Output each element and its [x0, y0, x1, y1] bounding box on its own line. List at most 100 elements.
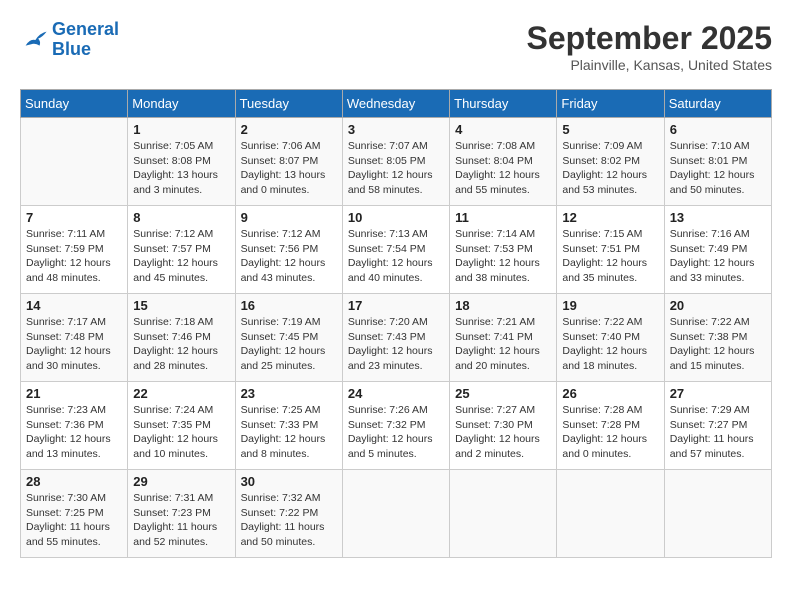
day-number: 14 [26, 298, 122, 313]
day-number: 6 [670, 122, 766, 137]
calendar-cell: 24Sunrise: 7:26 AMSunset: 7:32 PMDayligh… [342, 382, 449, 470]
day-info: Sunrise: 7:15 AMSunset: 7:51 PMDaylight:… [562, 227, 658, 286]
calendar-table: SundayMondayTuesdayWednesdayThursdayFrid… [20, 89, 772, 558]
calendar-cell: 1 Sunrise: 7:05 AMSunset: 8:08 PMDaylight… [128, 118, 235, 206]
calendar-cell: 13 Sunrise: 7:16 AMSunset: 7:49 PMDayligh… [664, 206, 771, 294]
day-number: 16 [241, 298, 337, 313]
calendar-cell: 23 Sunrise: 7:25 AMSunset: 7:33 PMDayligh… [235, 382, 342, 470]
weekday-header-row: SundayMondayTuesdayWednesdayThursdayFrid… [21, 90, 772, 118]
calendar-cell: 9 Sunrise: 7:12 AMSunset: 7:56 PMDaylight… [235, 206, 342, 294]
calendar-cell: 2Sunrise: 7:06 AMSunset: 8:07 PMDaylight… [235, 118, 342, 206]
day-info: Sunrise: 7:09 AMSunset: 8:02 PMDaylight:… [562, 139, 658, 198]
day-number: 12 [562, 210, 658, 225]
location: Plainville, Kansas, United States [527, 57, 772, 73]
day-info: Sunrise: 7:24 AMSunset: 7:35 PMDaylight:… [133, 403, 229, 462]
title-block: September 2025 Plainville, Kansas, Unite… [527, 20, 772, 73]
calendar-cell: 11 Sunrise: 7:14 AMSunset: 7:53 PMDayligh… [450, 206, 557, 294]
day-number: 11 [455, 210, 551, 225]
day-info: Sunrise: 7:23 AMSunset: 7:36 PMDaylight:… [26, 403, 122, 462]
calendar-cell: 27 Sunrise: 7:29 AMSunset: 7:27 PMDayligh… [664, 382, 771, 470]
calendar-week-row: 28 Sunrise: 7:30 AMSunset: 7:25 PMDayligh… [21, 470, 772, 558]
day-info: Sunrise: 7:28 AMSunset: 7:28 PMDaylight:… [562, 403, 658, 462]
weekday-header: Sunday [21, 90, 128, 118]
day-number: 7 [26, 210, 122, 225]
calendar-cell: 8 Sunrise: 7:12 AMSunset: 7:57 PMDaylight… [128, 206, 235, 294]
calendar-cell: 29 Sunrise: 7:31 AMSunset: 7:23 PMDayligh… [128, 470, 235, 558]
month-title: September 2025 [527, 20, 772, 57]
day-info: Sunrise: 7:14 AMSunset: 7:53 PMDaylight:… [455, 227, 551, 286]
calendar-cell: 14 Sunrise: 7:17 AMSunset: 7:48 PMDayligh… [21, 294, 128, 382]
calendar-cell: 18 Sunrise: 7:21 AMSunset: 7:41 PMDayligh… [450, 294, 557, 382]
calendar-cell: 6Sunrise: 7:10 AMSunset: 8:01 PMDaylight… [664, 118, 771, 206]
day-info: Sunrise: 7:25 AMSunset: 7:33 PMDaylight:… [241, 403, 337, 462]
weekday-header: Friday [557, 90, 664, 118]
day-info: Sunrise: 7:27 AMSunset: 7:30 PMDaylight:… [455, 403, 551, 462]
weekday-header: Monday [128, 90, 235, 118]
day-info: Sunrise: 7:22 AMSunset: 7:38 PMDaylight:… [670, 315, 766, 374]
calendar-cell: 25 Sunrise: 7:27 AMSunset: 7:30 PMDayligh… [450, 382, 557, 470]
calendar-cell: 15Sunrise: 7:18 AMSunset: 7:46 PMDayligh… [128, 294, 235, 382]
calendar-cell: 17Sunrise: 7:20 AMSunset: 7:43 PMDayligh… [342, 294, 449, 382]
calendar-cell: 4 Sunrise: 7:08 AMSunset: 8:04 PMDaylight… [450, 118, 557, 206]
day-number: 22 [133, 386, 229, 401]
logo: General Blue [20, 20, 119, 60]
day-number: 9 [241, 210, 337, 225]
day-info: Sunrise: 7:20 AMSunset: 7:43 PMDaylight:… [348, 315, 444, 374]
day-number: 29 [133, 474, 229, 489]
day-info: Sunrise: 7:08 AMSunset: 8:04 PMDaylight:… [455, 139, 551, 198]
day-number: 21 [26, 386, 122, 401]
day-number: 25 [455, 386, 551, 401]
logo-bird-icon [20, 26, 48, 54]
calendar-cell: 10Sunrise: 7:13 AMSunset: 7:54 PMDayligh… [342, 206, 449, 294]
calendar-cell: 5 Sunrise: 7:09 AMSunset: 8:02 PMDaylight… [557, 118, 664, 206]
day-number: 4 [455, 122, 551, 137]
day-number: 1 [133, 122, 229, 137]
day-number: 18 [455, 298, 551, 313]
day-number: 15 [133, 298, 229, 313]
day-number: 5 [562, 122, 658, 137]
day-number: 23 [241, 386, 337, 401]
day-info: Sunrise: 7:19 AMSunset: 7:45 PMDaylight:… [241, 315, 337, 374]
calendar-cell: 20 Sunrise: 7:22 AMSunset: 7:38 PMDayligh… [664, 294, 771, 382]
day-info: Sunrise: 7:29 AMSunset: 7:27 PMDaylight:… [670, 403, 766, 462]
calendar-cell: 3Sunrise: 7:07 AMSunset: 8:05 PMDaylight… [342, 118, 449, 206]
day-number: 20 [670, 298, 766, 313]
day-info: Sunrise: 7:21 AMSunset: 7:41 PMDaylight:… [455, 315, 551, 374]
calendar-cell: 19Sunrise: 7:22 AMSunset: 7:40 PMDayligh… [557, 294, 664, 382]
day-info: Sunrise: 7:30 AMSunset: 7:25 PMDaylight:… [26, 491, 122, 550]
day-number: 27 [670, 386, 766, 401]
weekday-header: Saturday [664, 90, 771, 118]
calendar-week-row: 1 Sunrise: 7:05 AMSunset: 8:08 PMDaylight… [21, 118, 772, 206]
day-info: Sunrise: 7:07 AMSunset: 8:05 PMDaylight:… [348, 139, 444, 198]
day-info: Sunrise: 7:12 AMSunset: 7:57 PMDaylight:… [133, 227, 229, 286]
day-info: Sunrise: 7:26 AMSunset: 7:32 PMDaylight:… [348, 403, 444, 462]
calendar-week-row: 14 Sunrise: 7:17 AMSunset: 7:48 PMDayligh… [21, 294, 772, 382]
calendar-cell [342, 470, 449, 558]
calendar-week-row: 7Sunrise: 7:11 AMSunset: 7:59 PMDaylight… [21, 206, 772, 294]
day-info: Sunrise: 7:17 AMSunset: 7:48 PMDaylight:… [26, 315, 122, 374]
weekday-header: Wednesday [342, 90, 449, 118]
calendar-cell: 21 Sunrise: 7:23 AMSunset: 7:36 PMDayligh… [21, 382, 128, 470]
day-info: Sunrise: 7:12 AMSunset: 7:56 PMDaylight:… [241, 227, 337, 286]
calendar-cell [557, 470, 664, 558]
calendar-week-row: 21 Sunrise: 7:23 AMSunset: 7:36 PMDayligh… [21, 382, 772, 470]
calendar-cell: 12 Sunrise: 7:15 AMSunset: 7:51 PMDayligh… [557, 206, 664, 294]
day-number: 10 [348, 210, 444, 225]
calendar-cell: 30Sunrise: 7:32 AMSunset: 7:22 PMDayligh… [235, 470, 342, 558]
day-info: Sunrise: 7:31 AMSunset: 7:23 PMDaylight:… [133, 491, 229, 550]
page-header: General Blue September 2025 Plainville, … [20, 20, 772, 73]
day-number: 28 [26, 474, 122, 489]
day-number: 8 [133, 210, 229, 225]
day-info: Sunrise: 7:05 AMSunset: 8:08 PMDaylight:… [133, 139, 229, 198]
day-info: Sunrise: 7:06 AMSunset: 8:07 PMDaylight:… [241, 139, 337, 198]
weekday-header: Thursday [450, 90, 557, 118]
day-number: 13 [670, 210, 766, 225]
day-info: Sunrise: 7:16 AMSunset: 7:49 PMDaylight:… [670, 227, 766, 286]
logo-text: General Blue [52, 20, 119, 60]
day-number: 26 [562, 386, 658, 401]
calendar-cell: 28 Sunrise: 7:30 AMSunset: 7:25 PMDayligh… [21, 470, 128, 558]
calendar-cell [450, 470, 557, 558]
calendar-cell: 7Sunrise: 7:11 AMSunset: 7:59 PMDaylight… [21, 206, 128, 294]
calendar-cell: 16 Sunrise: 7:19 AMSunset: 7:45 PMDayligh… [235, 294, 342, 382]
day-info: Sunrise: 7:22 AMSunset: 7:40 PMDaylight:… [562, 315, 658, 374]
